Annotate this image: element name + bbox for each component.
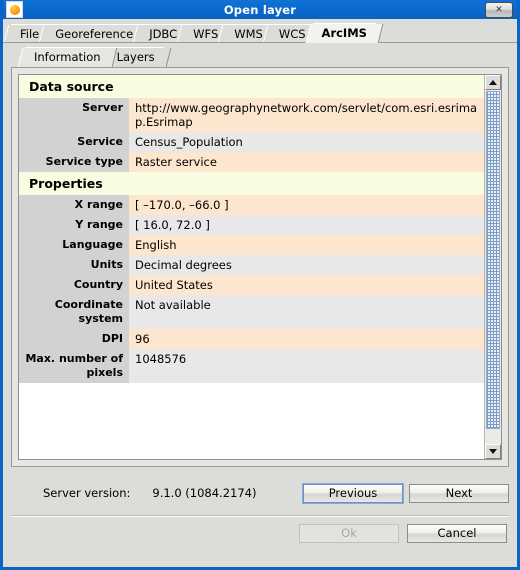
row-value: English xyxy=(129,235,484,255)
row-label: Coordinate system xyxy=(19,295,129,329)
tab-information[interactable]: Information xyxy=(25,47,110,67)
previous-button[interactable]: Previous xyxy=(302,482,404,504)
row-value: [ 16.0, 72.0 ] xyxy=(129,215,484,235)
dialog-footer: Server version: 9.1.0 (1084.2174) Previo… xyxy=(11,467,509,549)
table-row: DPI 96 xyxy=(19,329,484,349)
row-label: Server xyxy=(19,98,129,132)
section-header-data-source: Data source xyxy=(19,75,484,98)
table-row: Language English xyxy=(19,235,484,255)
table-row: Country United States xyxy=(19,275,484,295)
tab-georeference[interactable]: Georeference xyxy=(46,24,143,43)
row-value: Raster service xyxy=(129,152,484,172)
row-label: X range xyxy=(19,195,129,215)
page-title: Open layer xyxy=(223,2,297,17)
action-row: Ok Cancel xyxy=(11,517,509,549)
navigation-row: Server version: 9.1.0 (1084.2174) Previo… xyxy=(11,467,509,513)
row-value: 96 xyxy=(129,329,484,349)
protocol-tabs: File Georeference JDBC WFS WMS WCS ArcIM… xyxy=(3,21,517,43)
properties-table: Data source Server http://www.geographyn… xyxy=(19,75,484,459)
scrollbar-thumb[interactable] xyxy=(486,91,500,429)
row-label: Country xyxy=(19,275,129,295)
scroll-host: Data source Server http://www.geographyn… xyxy=(18,74,502,460)
row-value: Not available xyxy=(129,295,484,329)
section-header-properties: Properties xyxy=(19,172,484,195)
row-label: DPI xyxy=(19,329,129,349)
row-label: Y range xyxy=(19,215,129,235)
server-version-value: 9.1.0 (1084.2174) xyxy=(152,486,257,500)
close-icon[interactable]: ✕ xyxy=(485,2,513,18)
table-row: Coordinate system Not available xyxy=(19,295,484,329)
table-row: Y range [ 16.0, 72.0 ] xyxy=(19,215,484,235)
inner-tabs: Information Layers xyxy=(11,45,509,67)
row-label: Max. number of pixels xyxy=(19,349,129,383)
server-version-label: Server version: xyxy=(43,486,131,500)
inner-tabs-wrap: Information Layers xyxy=(11,45,509,67)
title-bar: Open layer ✕ xyxy=(3,0,517,19)
scroll-down-arrow-icon[interactable] xyxy=(485,444,501,459)
information-panel: Data source Server http://www.geographyn… xyxy=(11,67,509,467)
vertical-scrollbar[interactable] xyxy=(484,75,501,459)
tab-arcims[interactable]: ArcIMS xyxy=(312,23,376,43)
open-layer-dialog: Open layer ✕ File Georeference JDBC WFS … xyxy=(0,0,520,570)
row-value: Decimal degrees xyxy=(129,255,484,275)
row-label: Language xyxy=(19,235,129,255)
row-value: Census_Population xyxy=(129,132,484,152)
table-row: Service Census_Population xyxy=(19,132,484,152)
row-label: Service xyxy=(19,132,129,152)
ok-button[interactable]: Ok xyxy=(299,523,399,543)
table-row: Max. number of pixels 1048576 xyxy=(19,349,484,383)
row-value: 1048576 xyxy=(129,349,484,383)
next-button[interactable]: Next xyxy=(409,483,509,503)
table-row: Units Decimal degrees xyxy=(19,255,484,275)
row-label: Service type xyxy=(19,152,129,172)
row-value: United States xyxy=(129,275,484,295)
table-row: X range [ –170.0, –66.0 ] xyxy=(19,195,484,215)
row-label: Units xyxy=(19,255,129,275)
row-value: http://www.geographynetwork.com/servlet/… xyxy=(129,98,484,132)
table-row: Service type Raster service xyxy=(19,152,484,172)
row-value: [ –170.0, –66.0 ] xyxy=(129,195,484,215)
table-row: Server http://www.geographynetwork.com/s… xyxy=(19,98,484,132)
cancel-button[interactable]: Cancel xyxy=(407,523,507,543)
scroll-up-arrow-icon[interactable] xyxy=(485,75,501,90)
scrollbar-track[interactable] xyxy=(485,90,501,444)
